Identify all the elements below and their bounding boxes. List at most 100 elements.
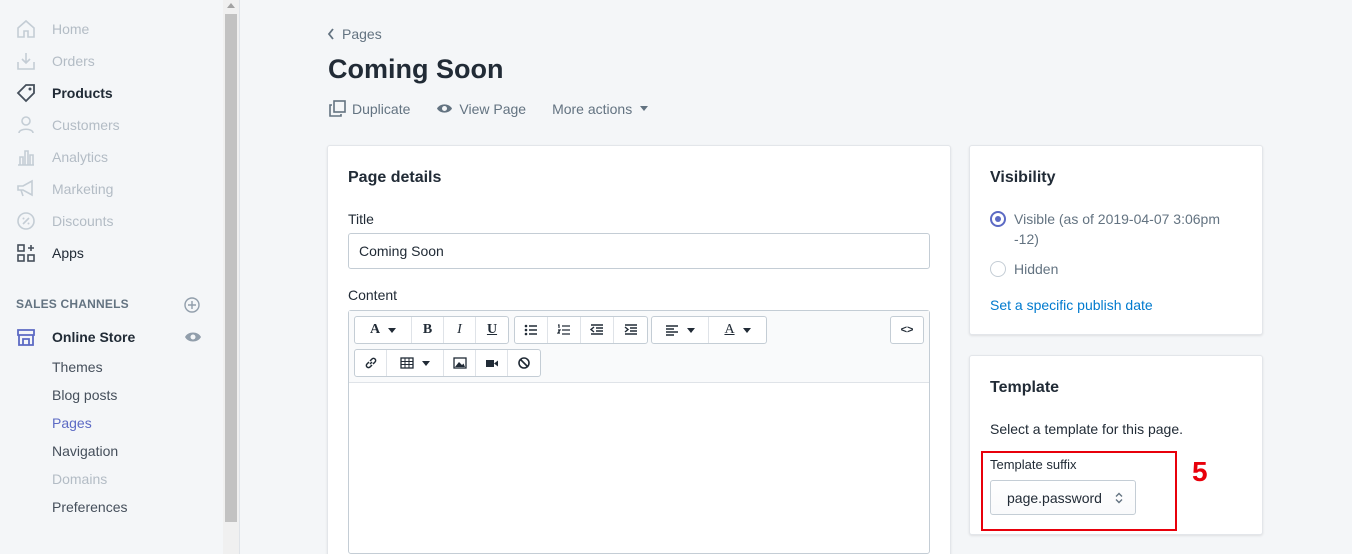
sidebar-sub-preferences[interactable]: Preferences <box>52 499 127 515</box>
more-actions-label: More actions <box>552 100 633 117</box>
underline-button[interactable]: U <box>476 317 508 343</box>
breadcrumb[interactable]: Pages <box>326 26 382 42</box>
view-page-label: View Page <box>459 100 527 117</box>
link-button[interactable] <box>355 350 387 376</box>
image-button[interactable] <box>444 350 476 376</box>
title-input[interactable]: Coming Soon <box>348 233 930 269</box>
home-icon <box>16 19 36 39</box>
list-group <box>514 316 648 344</box>
editor-toolbar: A B I U A <> <box>349 311 929 383</box>
caret-down-icon <box>687 327 695 333</box>
breadcrumb-label: Pages <box>342 26 382 42</box>
clear-format-button[interactable] <box>508 350 540 376</box>
orders-icon <box>16 51 36 71</box>
more-actions-button[interactable]: More actions <box>552 100 649 117</box>
sidebar-sub-pages[interactable]: Pages <box>52 415 92 431</box>
nav-item-label: Discounts <box>52 213 114 229</box>
nav-item-products[interactable]: Products <box>16 81 113 105</box>
insert-group <box>354 349 541 377</box>
set-publish-date-link[interactable]: Set a specific publish date <box>990 297 1153 313</box>
annotation-highlight-box <box>981 451 1177 531</box>
nav-item-marketing[interactable]: Marketing <box>16 177 113 201</box>
bar-chart-icon <box>16 147 36 167</box>
visibility-heading: Visibility <box>990 169 1056 186</box>
italic-button[interactable]: I <box>444 317 476 343</box>
table-button[interactable] <box>387 350 444 376</box>
text-color-button[interactable]: A <box>709 317 766 343</box>
visible-radio-option[interactable]: Visible (as of 2019-04-07 3:06pm -12) <box>990 209 1240 249</box>
text-color-label: A <box>724 322 735 337</box>
video-button[interactable] <box>476 350 508 376</box>
hidden-radio-option[interactable]: Hidden <box>990 259 1058 279</box>
view-page-button[interactable]: View Page <box>436 100 526 117</box>
nav-item-customers[interactable]: Customers <box>16 113 120 137</box>
tag-icon <box>16 83 36 103</box>
visible-radio[interactable] <box>990 211 1006 227</box>
indent-icon <box>624 324 637 335</box>
underline-label: U <box>486 322 498 337</box>
html-toggle-button[interactable]: <> <box>891 317 923 343</box>
sidebar-sub-domains[interactable]: Domains <box>52 471 107 487</box>
nav-item-label: Marketing <box>52 181 114 197</box>
nav-item-label: Home <box>52 21 90 37</box>
template-heading: Template <box>990 379 1060 396</box>
content-label: Content <box>348 287 398 303</box>
html-toggle-label: <> <box>900 324 914 336</box>
align-color-group: A <box>651 316 767 344</box>
sidebar-sub-themes[interactable]: Themes <box>52 359 103 375</box>
title-label: Title <box>348 211 374 227</box>
nav-item-analytics[interactable]: Analytics <box>16 145 108 169</box>
nav-item-home[interactable]: Home <box>16 17 89 41</box>
duplicate-button[interactable]: Duplicate <box>329 100 410 117</box>
bullet-list-button[interactable] <box>515 317 548 343</box>
scrollbar-thumb[interactable] <box>225 14 237 522</box>
nav-item-label: Online Store <box>52 329 136 345</box>
sales-channels-heading: SALES CHANNELS <box>16 297 129 311</box>
nav-item-discounts[interactable]: Discounts <box>16 209 113 233</box>
discount-icon <box>16 211 36 231</box>
nav-item-orders[interactable]: Orders <box>16 49 95 73</box>
italic-label: I <box>457 322 462 337</box>
caret-down-icon <box>422 360 430 366</box>
link-icon <box>365 357 376 369</box>
video-icon <box>485 360 498 367</box>
radio-dot <box>995 216 1001 222</box>
nav-item-apps[interactable]: Apps <box>16 241 84 265</box>
eye-icon <box>437 104 453 113</box>
indent-button[interactable] <box>614 317 647 343</box>
nav-item-label: Analytics <box>52 149 109 165</box>
caret-down-icon <box>640 106 649 111</box>
duplicate-icon <box>329 100 346 117</box>
rich-text-editor[interactable]: A B I U A <> <box>348 310 930 554</box>
sidebar-sub-blog-posts[interactable]: Blog posts <box>52 387 117 403</box>
page-details-heading: Page details <box>348 169 442 186</box>
outdent-button[interactable] <box>581 317 614 343</box>
add-channel-icon[interactable] <box>184 297 200 313</box>
megaphone-icon <box>16 179 36 199</box>
align-left-icon <box>666 325 678 336</box>
nav-item-online-store[interactable]: Online Store <box>16 325 135 349</box>
page-title: Coming Soon <box>328 54 504 84</box>
caret-down-icon <box>388 327 397 333</box>
person-icon <box>16 115 36 135</box>
font-format-label: A <box>369 322 381 337</box>
sidebar: Home Orders Products Customers Analytics… <box>0 0 240 554</box>
scroll-up-arrow-icon[interactable] <box>227 3 235 8</box>
bullet-list-icon <box>524 324 537 336</box>
bold-button[interactable]: B <box>412 317 444 343</box>
nav-item-label: Customers <box>52 117 120 133</box>
template-description: Select a template for this page. <box>990 421 1183 437</box>
align-button[interactable] <box>652 317 709 343</box>
font-format-button[interactable]: A <box>355 317 412 343</box>
sidebar-scrollbar[interactable] <box>223 0 239 554</box>
title-input-value: Coming Soon <box>359 243 444 259</box>
nav-item-label: Apps <box>52 245 84 261</box>
eye-icon[interactable] <box>184 330 202 344</box>
hidden-radio[interactable] <box>990 261 1006 277</box>
annotation-step-number: 5 <box>1192 456 1208 487</box>
outdent-icon <box>590 324 603 335</box>
chevron-left-icon <box>327 28 334 40</box>
numbered-list-button[interactable] <box>548 317 581 343</box>
html-group: <> <box>890 316 924 344</box>
sidebar-sub-navigation[interactable]: Navigation <box>52 443 118 459</box>
